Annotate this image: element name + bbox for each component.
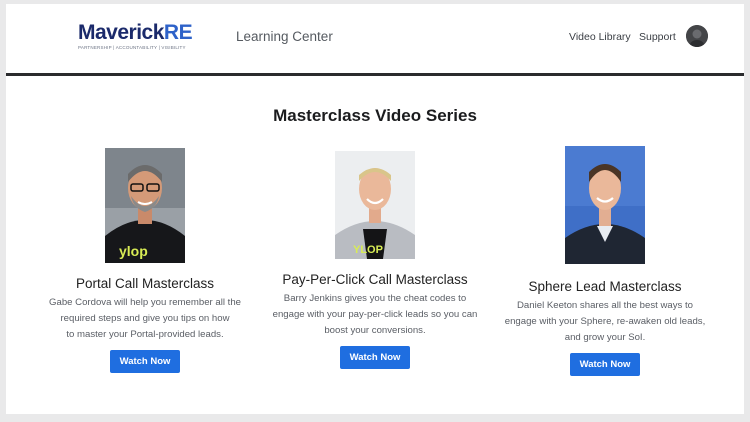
section-title: Masterclass Video Series — [273, 106, 477, 125]
desc-line: Barry Jenkins gives you the cheat codes … — [283, 293, 467, 304]
gabe-cordova-photo: ylop — [105, 148, 185, 263]
desc-line: engage with your pay-per-click leads so … — [272, 309, 478, 320]
card-title-sphere: Sphere Lead Masterclass — [528, 279, 682, 294]
maverickre-logo[interactable]: MaverickRE PARTNERSHIP | ACCOUNTABILITY … — [78, 21, 193, 51]
svg-text:YLOP: YLOP — [353, 244, 383, 256]
avatar[interactable] — [686, 25, 708, 47]
desc-line: boost your conversions. — [324, 325, 426, 336]
card-desc-ppc: Barry Jenkins gives you the cheat codes … — [255, 291, 495, 339]
desc-line: engage with your Sphere, re-awaken old l… — [504, 316, 706, 327]
desc-line: Daniel Keeton shares all the best ways t… — [517, 300, 693, 311]
card-title-portal: Portal Call Masterclass — [75, 276, 215, 291]
page-title: Learning Center — [236, 29, 333, 44]
card-desc-sphere: Daniel Keeton shares all the best ways t… — [485, 298, 725, 346]
logo-main-text: Maverick — [78, 21, 164, 44]
svg-text:ylop: ylop — [119, 243, 148, 259]
logo-wordmark: MaverickRE — [78, 21, 193, 44]
nav-support[interactable]: Support — [639, 31, 676, 43]
desc-line: required steps and give you tips on how — [60, 313, 230, 324]
card-title-ppc: Pay-Per-Click Call Masterclass — [282, 272, 468, 287]
site-header: MaverickRE PARTNERSHIP | ACCOUNTABILITY … — [6, 4, 744, 74]
barry-jenkins-photo: YLOP — [335, 151, 415, 259]
watch-now-button-ppc[interactable]: Watch Now — [340, 346, 410, 369]
user-avatar-icon — [686, 25, 708, 47]
page-frame: MaverickRE PARTNERSHIP | ACCOUNTABILITY … — [6, 4, 744, 414]
desc-line: to master your Portal-provided leads. — [66, 329, 224, 340]
watch-now-button-sphere[interactable]: Watch Now — [570, 353, 640, 376]
desc-line: and grow your SoI. — [564, 332, 646, 343]
watch-now-button-portal[interactable]: Watch Now — [110, 350, 180, 373]
logo-accent-text: RE — [163, 21, 193, 44]
desc-line: Gabe Cordova will help you remember all … — [49, 297, 241, 308]
card-desc-portal: Gabe Cordova will help you remember all … — [25, 295, 265, 343]
header-divider — [6, 73, 744, 76]
logo-tagline: PARTNERSHIP | ACCOUNTABILITY | VISIBILIT… — [78, 45, 186, 50]
daniel-keeton-photo — [565, 146, 645, 264]
nav-video-library[interactable]: Video Library — [569, 31, 631, 43]
